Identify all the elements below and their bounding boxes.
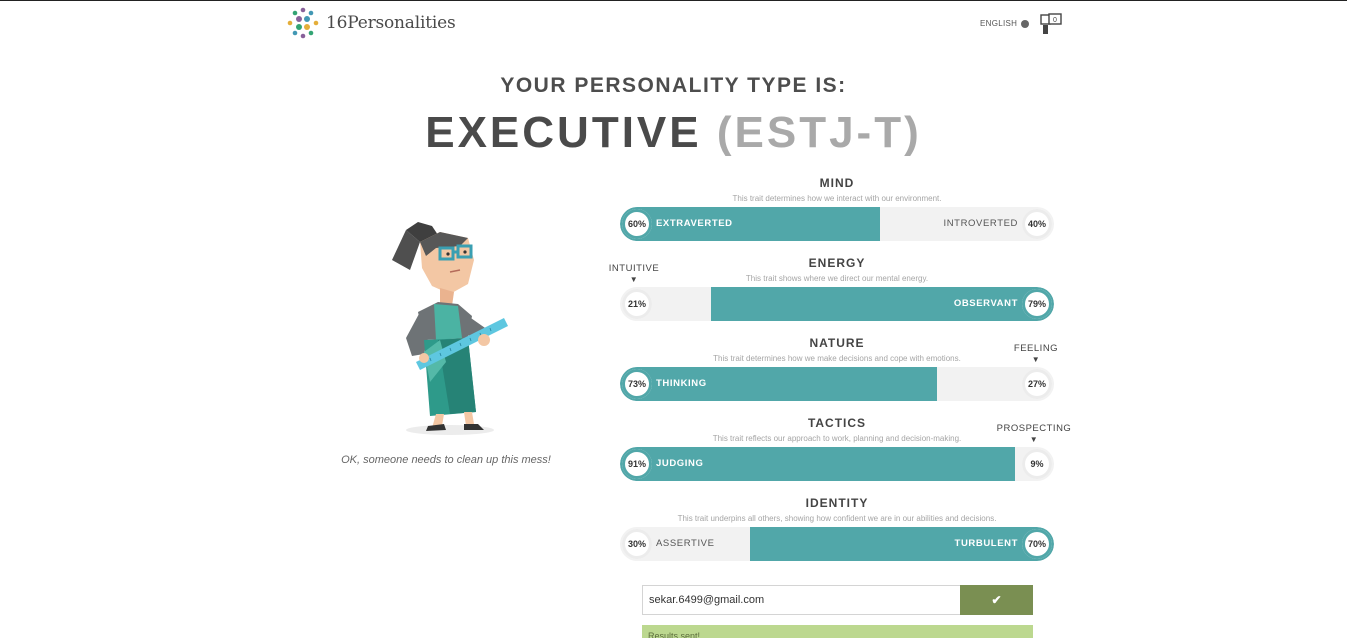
right-label: OBSERVANT bbox=[953, 298, 1018, 309]
trait-description: This trait determines how we interact wi… bbox=[732, 194, 942, 203]
trait-mind: MIND This trait determines how we intera… bbox=[620, 176, 1054, 256]
left-label: JUDGING bbox=[656, 458, 704, 469]
left-label: ASSERTIVE bbox=[656, 538, 715, 549]
executive-character-illustration bbox=[392, 222, 508, 435]
trait-bar[interactable]: 73% THINKING 27% bbox=[620, 367, 1054, 401]
trait-description: This trait reflects our approach to work… bbox=[712, 434, 962, 443]
personality-type-title: EXECUTIVE (ESTJ-T) bbox=[0, 108, 1347, 158]
trait-description: This trait underpins all others, showing… bbox=[677, 514, 997, 523]
language-label: ENGLISH bbox=[980, 19, 1018, 28]
trait-tactics: TACTICS This trait reflects our approach… bbox=[620, 416, 1054, 496]
character-quote: OK, someone needs to clean up this mess! bbox=[341, 454, 551, 466]
trait-bar[interactable]: 21% OBSERVANT 79% bbox=[620, 287, 1054, 321]
left-percent: 60% bbox=[622, 209, 652, 239]
trait-title: NATURE bbox=[809, 336, 865, 350]
right-percent: 70% bbox=[1022, 529, 1052, 559]
type-code: (ESTJ-T) bbox=[716, 108, 922, 157]
left-label: EXTRAVERTED bbox=[656, 218, 733, 229]
trait-nature: NATURE This trait determines how we make… bbox=[620, 336, 1054, 416]
right-percent: 40% bbox=[1022, 209, 1052, 239]
right-percent: 9% bbox=[1022, 449, 1052, 479]
checkmark-icon: ✔ bbox=[991, 593, 1002, 607]
type-name: EXECUTIVE bbox=[425, 108, 702, 157]
trait-title: TACTICS bbox=[807, 416, 867, 430]
right-label: TURBULENT bbox=[954, 538, 1018, 549]
left-percent: 91% bbox=[622, 449, 652, 479]
trait-title: ENERGY bbox=[808, 256, 866, 270]
left-percent: 73% bbox=[622, 369, 652, 399]
trait-energy: ENERGY This trait shows where we direct … bbox=[620, 256, 1054, 336]
logo-text: 16Personalities bbox=[326, 13, 456, 33]
trait-identity: IDENTITY This trait underpins all others… bbox=[620, 496, 1054, 576]
right-percent: 27% bbox=[1022, 369, 1052, 399]
profile-count: 0 bbox=[1053, 17, 1057, 24]
profile-icon[interactable]: 0 bbox=[1040, 13, 1062, 35]
email-input[interactable]: sekar.6499@gmail.com bbox=[642, 585, 961, 615]
trait-title: IDENTITY bbox=[805, 496, 869, 510]
left-percent: 21% bbox=[622, 289, 652, 319]
trait-description: This trait shows where we direct our men… bbox=[745, 274, 929, 283]
language-selector[interactable]: ENGLISH bbox=[980, 19, 1030, 28]
right-label: INTROVERTED bbox=[943, 218, 1018, 229]
trait-bar[interactable]: 60% EXTRAVERTED INTROVERTED 40% bbox=[620, 207, 1054, 241]
trait-bar[interactable]: 30% ASSERTIVE TURBULENT 70% bbox=[620, 527, 1054, 561]
logo-mark-icon bbox=[287, 7, 319, 39]
results-sent-notice: Results sent! bbox=[642, 625, 1033, 638]
send-results-button[interactable]: ✔ bbox=[960, 585, 1033, 615]
right-percent: 79% bbox=[1022, 289, 1052, 319]
globe-icon bbox=[1021, 19, 1030, 28]
left-label: THINKING bbox=[656, 378, 707, 389]
site-logo[interactable]: 16Personalities bbox=[286, 6, 456, 40]
left-percent: 30% bbox=[622, 529, 652, 559]
top-border bbox=[0, 0, 1347, 1]
trait-bar[interactable]: 91% JUDGING 9% bbox=[620, 447, 1054, 481]
trait-title: MIND bbox=[819, 176, 855, 190]
result-subtitle: YOUR PERSONALITY TYPE IS: bbox=[500, 74, 847, 97]
trait-description: This trait determines how we make decisi… bbox=[713, 354, 961, 363]
